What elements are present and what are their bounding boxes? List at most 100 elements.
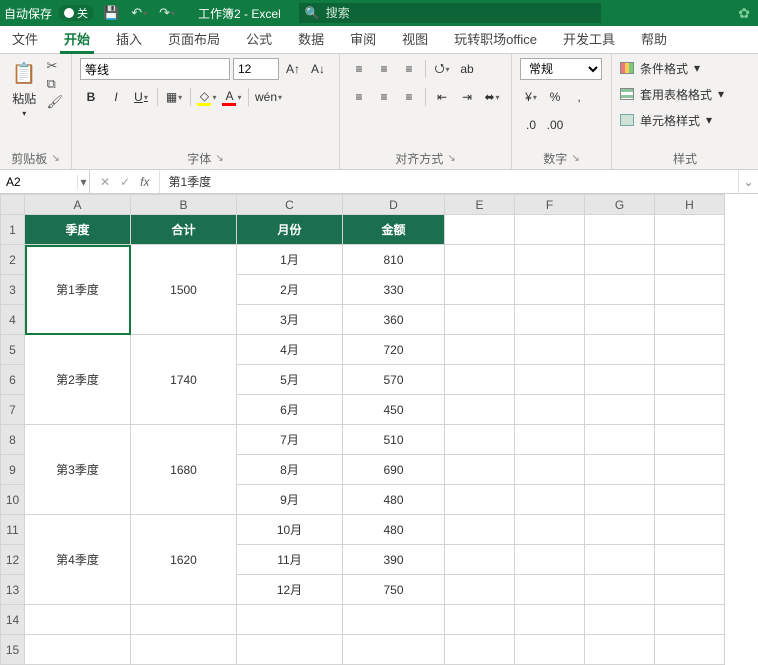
cell-E2[interactable]: [445, 245, 515, 275]
cell-F10[interactable]: [515, 485, 585, 515]
cell-F4[interactable]: [515, 305, 585, 335]
cell-G2[interactable]: [585, 245, 655, 275]
cell-D13[interactable]: 750: [343, 575, 445, 605]
tab-formulas[interactable]: 公式: [240, 25, 278, 53]
cell-E1[interactable]: [445, 215, 515, 245]
cell-D1[interactable]: 金额: [343, 215, 445, 245]
cell-F13[interactable]: [515, 575, 585, 605]
cell-F1[interactable]: [515, 215, 585, 245]
font-color-button[interactable]: A▾: [221, 86, 243, 108]
cell-E12[interactable]: [445, 545, 515, 575]
cell-A5[interactable]: 第2季度: [25, 335, 131, 425]
cell-E9[interactable]: [445, 455, 515, 485]
expand-formula-bar[interactable]: ⌄: [738, 170, 758, 193]
row-header[interactable]: 12: [1, 545, 25, 575]
cell-E14[interactable]: [445, 605, 515, 635]
cell-H14[interactable]: [655, 605, 725, 635]
cell-B15[interactable]: [131, 635, 237, 665]
cell-A2[interactable]: 第1季度: [25, 245, 131, 335]
cell-F2[interactable]: [515, 245, 585, 275]
search-input[interactable]: [326, 6, 595, 20]
cell-E6[interactable]: [445, 365, 515, 395]
formula-input[interactable]: 第1季度: [168, 173, 211, 190]
dialog-launcher-icon[interactable]: ↘: [51, 153, 59, 164]
cell-D3[interactable]: 330: [343, 275, 445, 305]
format-painter-button[interactable]: 🖌: [46, 94, 63, 110]
cell-F14[interactable]: [515, 605, 585, 635]
row-header[interactable]: 11: [1, 515, 25, 545]
column-header-B[interactable]: B: [131, 195, 237, 215]
cell-D15[interactable]: [343, 635, 445, 665]
cell-D8[interactable]: 510: [343, 425, 445, 455]
cell-C13[interactable]: 12月: [237, 575, 343, 605]
column-header-G[interactable]: G: [585, 195, 655, 215]
dialog-launcher-icon[interactable]: ↘: [447, 153, 455, 164]
increase-decimal-button[interactable]: .0: [520, 114, 542, 136]
cell-H15[interactable]: [655, 635, 725, 665]
cell-A14[interactable]: [25, 605, 131, 635]
increase-font-button[interactable]: A↑: [282, 58, 304, 80]
align-top-button[interactable]: ≡: [348, 58, 370, 80]
cell-C11[interactable]: 10月: [237, 515, 343, 545]
cell-A15[interactable]: [25, 635, 131, 665]
cell-D7[interactable]: 450: [343, 395, 445, 425]
decrease-font-button[interactable]: A↓: [307, 58, 329, 80]
tab-help[interactable]: 帮助: [635, 25, 673, 53]
cell-H8[interactable]: [655, 425, 725, 455]
increase-indent-button[interactable]: ⇥: [456, 86, 478, 108]
row-header[interactable]: 7: [1, 395, 25, 425]
cell-C15[interactable]: [237, 635, 343, 665]
cell-E11[interactable]: [445, 515, 515, 545]
row-header[interactable]: 1: [1, 215, 25, 245]
phonetic-button[interactable]: wén▾: [254, 86, 283, 108]
cell-D2[interactable]: 810: [343, 245, 445, 275]
cell-E8[interactable]: [445, 425, 515, 455]
cell-B5[interactable]: 1740: [131, 335, 237, 425]
cell-H12[interactable]: [655, 545, 725, 575]
worksheet-grid[interactable]: ABCDEFGH1季度合计月份金额2第1季度15001月81032月33043月…: [0, 194, 758, 665]
row-header[interactable]: 15: [1, 635, 25, 665]
cell-C10[interactable]: 9月: [237, 485, 343, 515]
cell-B14[interactable]: [131, 605, 237, 635]
cell-E3[interactable]: [445, 275, 515, 305]
cut-button[interactable]: ✂: [46, 58, 63, 74]
align-center-button[interactable]: ≡: [373, 86, 395, 108]
cell-styles-button[interactable]: 单元格样式▾: [620, 110, 712, 130]
cell-D11[interactable]: 480: [343, 515, 445, 545]
cell-H7[interactable]: [655, 395, 725, 425]
cell-D14[interactable]: [343, 605, 445, 635]
number-format-combo[interactable]: 常规: [520, 58, 602, 80]
cell-C7[interactable]: 6月: [237, 395, 343, 425]
cell-C6[interactable]: 5月: [237, 365, 343, 395]
column-header-A[interactable]: A: [25, 195, 131, 215]
row-header[interactable]: 14: [1, 605, 25, 635]
undo-button[interactable]: ↶▾: [128, 5, 150, 21]
row-header[interactable]: 9: [1, 455, 25, 485]
cell-H9[interactable]: [655, 455, 725, 485]
fill-color-button[interactable]: ◇▾: [196, 86, 218, 108]
dialog-launcher-icon[interactable]: ↘: [571, 153, 579, 164]
cell-B11[interactable]: 1620: [131, 515, 237, 605]
cell-F6[interactable]: [515, 365, 585, 395]
fx-icon[interactable]: fx: [140, 175, 149, 189]
cell-G12[interactable]: [585, 545, 655, 575]
cell-G6[interactable]: [585, 365, 655, 395]
cell-D12[interactable]: 390: [343, 545, 445, 575]
cell-G10[interactable]: [585, 485, 655, 515]
cell-G14[interactable]: [585, 605, 655, 635]
column-header-D[interactable]: D: [343, 195, 445, 215]
cell-C4[interactable]: 3月: [237, 305, 343, 335]
cell-D6[interactable]: 570: [343, 365, 445, 395]
cell-C3[interactable]: 2月: [237, 275, 343, 305]
cell-H4[interactable]: [655, 305, 725, 335]
cell-E7[interactable]: [445, 395, 515, 425]
cell-C14[interactable]: [237, 605, 343, 635]
cell-E4[interactable]: [445, 305, 515, 335]
cell-A8[interactable]: 第3季度: [25, 425, 131, 515]
cell-H6[interactable]: [655, 365, 725, 395]
cell-F15[interactable]: [515, 635, 585, 665]
cell-H1[interactable]: [655, 215, 725, 245]
align-left-button[interactable]: ≡: [348, 86, 370, 108]
cell-D9[interactable]: 690: [343, 455, 445, 485]
cell-G5[interactable]: [585, 335, 655, 365]
